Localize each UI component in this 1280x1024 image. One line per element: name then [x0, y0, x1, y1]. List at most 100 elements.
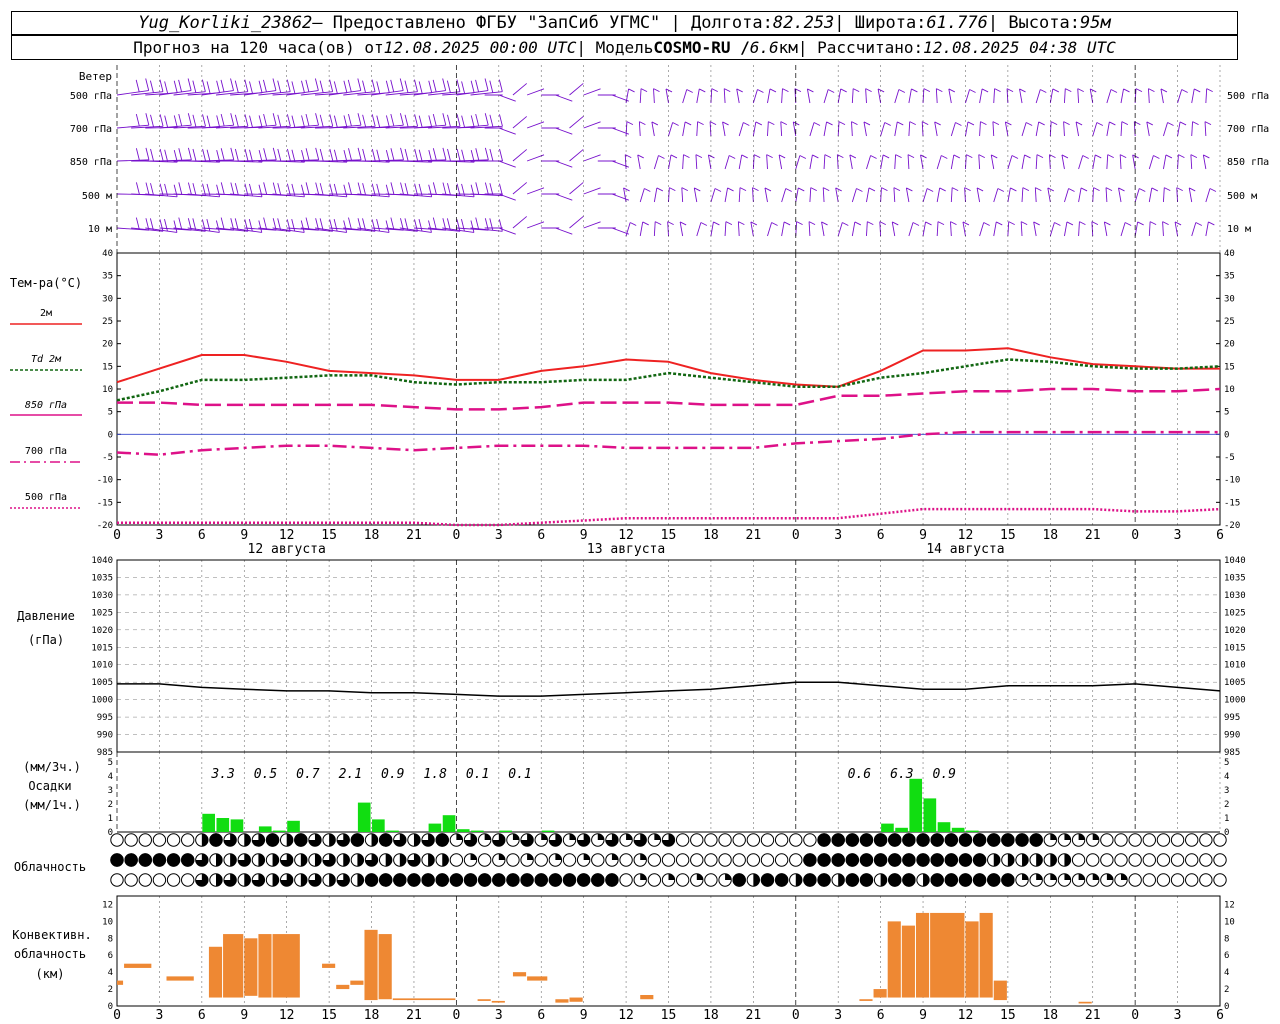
wind-barb-feather — [728, 155, 736, 159]
wind-barb — [583, 88, 601, 96]
precip-total-label: 0.9 — [933, 767, 956, 782]
wind-barb-feather — [442, 78, 447, 91]
cloud-symbol-fill — [591, 873, 605, 887]
cloud-symbol — [449, 853, 464, 867]
conv-bar — [901, 925, 915, 998]
wind-barb-feather — [329, 148, 334, 162]
wind-barb-feather — [376, 149, 381, 162]
wind-barb — [738, 122, 744, 137]
wind-barb-feather — [447, 183, 451, 196]
wind-barb — [837, 88, 842, 104]
wind-barb — [891, 221, 896, 237]
wind-barb — [936, 155, 942, 170]
wind-barb — [1021, 154, 1025, 170]
wind-barb-feather — [206, 219, 211, 232]
wind-barb-feather — [827, 89, 835, 93]
temp-hour-label: 6 — [1216, 528, 1224, 543]
legend-500-label: 500 гПа — [25, 492, 67, 503]
cloud-symbol-fill — [399, 853, 407, 867]
wind-barb-feather — [489, 183, 494, 196]
wind-barb-feather — [315, 113, 320, 126]
cloud-symbol — [1199, 853, 1213, 867]
wind-barb-feather — [653, 88, 660, 93]
wind-barb — [1035, 154, 1038, 170]
wind-barb — [781, 188, 787, 203]
wind-barb-feather — [1080, 187, 1088, 192]
wind-barb-feather — [314, 78, 319, 91]
precip-total-label: 0.5 — [254, 767, 278, 782]
wind-barb-feather — [315, 147, 320, 160]
wind-barb-feather — [996, 221, 1003, 226]
temp-hour-label: 12 — [958, 528, 974, 543]
cloud-symbol-fill — [498, 853, 506, 860]
wind-barb — [950, 187, 953, 203]
wind-barb — [1162, 154, 1167, 170]
temp-ytick-label-right: 15 — [1224, 362, 1235, 372]
wind-barb-feather — [470, 115, 475, 128]
cloud-symbol-fill — [732, 873, 746, 887]
conv-ytick-label: 2 — [108, 985, 113, 995]
cloud-symbol — [675, 873, 690, 887]
precip-ytick-label-right: 1 — [1224, 814, 1229, 824]
wind-barb-feather — [709, 121, 717, 126]
wind-barb — [863, 121, 867, 137]
wind-barb-feather — [813, 122, 821, 126]
wind-barb-feather — [333, 219, 338, 232]
wind-barb — [653, 187, 658, 203]
wind-barb-feather — [263, 148, 268, 161]
wind-barb — [665, 88, 669, 104]
temp-hour-label: 6 — [877, 528, 885, 543]
wind-barb-feather — [414, 148, 419, 162]
temp-hour-label: 9 — [240, 528, 248, 543]
wind-barb — [950, 122, 956, 137]
wind-barb-feather — [390, 217, 395, 230]
cloud-symbol-fill — [611, 853, 619, 860]
wind-level-700hpa: 700 гПа — [70, 124, 112, 135]
cloud-symbol-fill — [152, 853, 167, 867]
wind-barb-feather — [926, 188, 934, 192]
cloud-symbol — [789, 853, 803, 867]
wind-barb — [1078, 221, 1080, 237]
temp-hour-label: 12 — [618, 528, 634, 543]
wind-barb-feather — [879, 221, 886, 226]
cloud-symbol-fill — [753, 873, 760, 887]
wind-barb-feather — [1135, 88, 1143, 93]
conv-ytick-label: 12 — [102, 900, 113, 910]
cloud-symbol-fill — [1064, 833, 1071, 840]
wind-barb-feather — [1149, 221, 1157, 226]
wind-barb-feather — [145, 113, 150, 126]
cloud-symbol-fill — [958, 853, 973, 867]
wind-barb — [1061, 154, 1065, 170]
wind-barb-feather — [432, 182, 437, 195]
wind-barb-feather — [882, 154, 890, 159]
cloud-symbol — [760, 833, 775, 847]
wind-barb-feather — [347, 79, 352, 92]
cloud-symbol-fill — [215, 853, 223, 867]
wind-barb-feather — [1208, 221, 1215, 226]
wind-barb-feather — [881, 187, 888, 192]
cloud-symbol-fill — [244, 833, 251, 847]
wind-barb — [737, 221, 740, 237]
wind-barb-feather — [305, 217, 310, 230]
temp-hour-label: 15 — [661, 528, 677, 543]
wind-barb — [823, 121, 827, 137]
wind-barb-feather — [249, 149, 253, 162]
cloud-symbol-fill — [888, 833, 902, 847]
wind-barb-feather — [149, 80, 154, 93]
cloud-symbol — [619, 853, 633, 867]
wind-barb-feather — [258, 220, 263, 233]
cloud-symbol — [675, 853, 690, 867]
wind-barb — [1105, 187, 1108, 203]
wind-barb — [893, 187, 896, 203]
wind-barb-feather — [856, 188, 863, 192]
conv-bar — [258, 934, 272, 998]
precip-total-label: 1.8 — [423, 767, 447, 782]
wind-barb-feather — [1091, 221, 1099, 226]
wind-barb-feather — [220, 148, 225, 161]
wind-barb-feather — [206, 81, 211, 94]
cloud-symbol — [732, 853, 746, 867]
wind-barb — [1078, 155, 1084, 170]
conv-bar — [223, 934, 244, 998]
wind-level-850hpa-right: 850 гПа — [1227, 157, 1269, 168]
conv-ytick-label-right: 0 — [1224, 1002, 1229, 1012]
